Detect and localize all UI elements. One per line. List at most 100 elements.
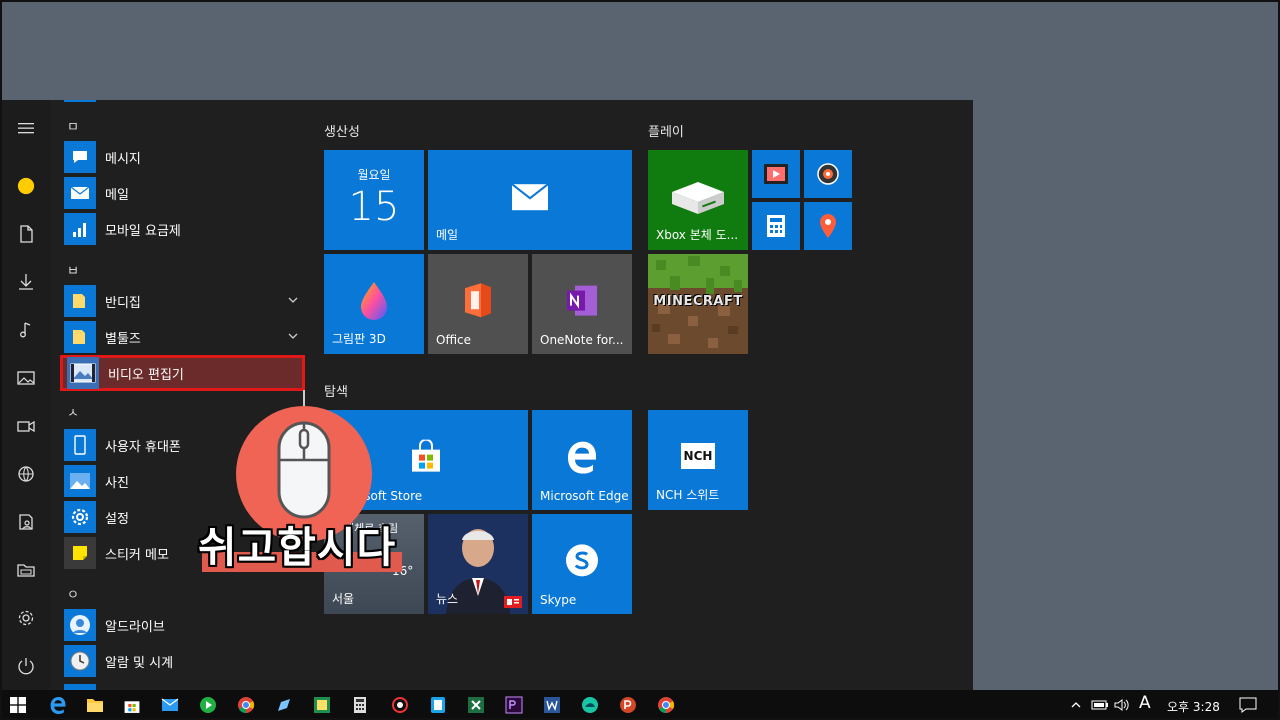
tile-groove[interactable] — [804, 150, 852, 198]
start-rail — [2, 100, 50, 690]
music-icon[interactable] — [14, 318, 38, 342]
document-icon[interactable] — [14, 222, 38, 246]
app-alzip-drive[interactable]: 알드라이브 — [64, 608, 308, 642]
app-label: 반디집 — [105, 295, 141, 311]
excel-taskbar-icon[interactable] — [466, 695, 486, 715]
tile-label: NCH 스위트 — [656, 488, 720, 502]
app-video-editor[interactable]: 비디오 편집기 — [60, 355, 305, 391]
clock[interactable]: 오후 3:28 — [1167, 698, 1220, 715]
overlay-caption: 쉬고합시다 — [198, 523, 397, 572]
store-taskbar-icon[interactable] — [122, 695, 142, 715]
tile-label: OneNote for... — [540, 333, 624, 347]
mail-icon — [511, 183, 549, 211]
image-app-taskbar-icon[interactable] — [312, 695, 332, 715]
chevron-up-icon[interactable] — [1066, 695, 1086, 715]
app-label: 모바일 요금제 — [105, 223, 181, 239]
chrome-taskbar-icon[interactable] — [236, 695, 256, 715]
tile-calendar[interactable]: 월요일 15 — [324, 150, 424, 250]
letter-header-s[interactable]: ㅅ — [67, 402, 79, 421]
tile-edge[interactable]: Microsoft Edge — [532, 410, 632, 510]
notification-icon[interactable] — [1238, 695, 1258, 715]
letter-header-o[interactable]: ㅇ — [67, 584, 79, 603]
tile-maps[interactable] — [804, 202, 852, 250]
app-mobile-plans[interactable]: 모바일 요금제 — [64, 212, 308, 246]
powerpoint-taskbar-icon[interactable] — [618, 695, 638, 715]
app-messages[interactable]: 메시지 — [64, 140, 308, 174]
app-label: 설정 — [105, 511, 129, 527]
chrome-taskbar-icon[interactable] — [656, 695, 676, 715]
letter-header-b[interactable]: ㅂ — [67, 260, 79, 279]
video-icon[interactable] — [14, 414, 38, 438]
map-pin-icon — [820, 214, 836, 238]
app-label: 사진 — [105, 475, 129, 491]
file-explorer-taskbar-icon[interactable] — [85, 695, 105, 715]
video-editor-icon — [67, 357, 99, 389]
app-mail[interactable]: 메일 — [64, 176, 308, 210]
chevron-down-icon[interactable] — [286, 293, 300, 307]
folder-icon — [64, 285, 96, 317]
pen-app-taskbar-icon[interactable] — [274, 695, 294, 715]
tile-label: 메일 — [436, 228, 459, 242]
tile-label: 뉴스 — [436, 592, 459, 606]
app-byeoltools[interactable]: 별툴즈 — [64, 320, 308, 354]
app-label: 스티커 메모 — [105, 547, 169, 563]
app-alarms[interactable]: 알람 및 시계 — [64, 644, 308, 678]
download-icon[interactable] — [14, 270, 38, 294]
group-productivity[interactable]: 생산성 — [324, 121, 360, 140]
edge-icon — [568, 441, 596, 474]
app-label: 알람 및 시계 — [105, 655, 174, 671]
gear-icon[interactable] — [14, 606, 38, 630]
word-taskbar-icon[interactable] — [542, 695, 562, 715]
disc-icon — [817, 163, 839, 185]
edge-taskbar-icon[interactable] — [48, 695, 68, 715]
app-label: 메일 — [105, 187, 129, 203]
signal-bars-icon — [64, 213, 96, 245]
premiere-taskbar-icon[interactable] — [504, 695, 524, 715]
hamburger-icon[interactable] — [14, 116, 38, 140]
network-icon[interactable] — [14, 462, 38, 486]
tile-movies[interactable] — [752, 150, 800, 198]
tile-onenote[interactable]: OneNote for... — [532, 254, 632, 354]
whale-browser-taskbar-icon[interactable] — [580, 695, 600, 715]
mail-taskbar-icon[interactable] — [160, 695, 180, 715]
calculator-taskbar-icon[interactable] — [350, 695, 370, 715]
list-scroll-marker — [64, 100, 96, 102]
recording-app-taskbar-icon[interactable] — [390, 695, 410, 715]
tile-paint3d[interactable]: 그림판 3D — [324, 254, 424, 354]
pictures-icon[interactable] — [14, 366, 38, 390]
tile-calculator[interactable] — [752, 202, 800, 250]
clock-icon — [64, 645, 96, 677]
windows-start-icon[interactable] — [8, 695, 28, 715]
group-play[interactable]: 플레이 — [648, 121, 684, 140]
tile-skype[interactable]: Skype — [532, 514, 632, 614]
sticky-note-icon — [64, 537, 96, 569]
ime-indicator[interactable]: A — [1139, 693, 1151, 713]
group-explore[interactable]: 탐색 — [324, 381, 348, 400]
photo-icon — [64, 465, 96, 497]
user-folder-icon[interactable] — [14, 510, 38, 534]
letter-header-m[interactable]: ㅁ — [67, 116, 79, 135]
tile-office[interactable]: Office — [428, 254, 528, 354]
tile-minecraft[interactable]: MINECRAFT — [648, 254, 748, 354]
battery-icon[interactable] — [1090, 695, 1110, 715]
tile-news[interactable]: 뉴스 — [428, 514, 528, 614]
taskbar: A 오후 3:28 — [0, 690, 1280, 720]
volume-icon[interactable] — [1112, 695, 1132, 715]
user-avatar-icon[interactable] — [14, 174, 38, 198]
app-bandizip[interactable]: 반디집 — [64, 284, 308, 318]
calendar-date: 15 — [348, 184, 400, 230]
news-icon — [504, 596, 522, 608]
phone-icon — [64, 429, 96, 461]
tile-label: 서울 — [332, 592, 355, 606]
ebook-app-taskbar-icon[interactable] — [428, 695, 448, 715]
tile-label: Skype — [540, 593, 577, 607]
file-explorer-icon[interactable] — [14, 558, 38, 582]
nch-logo: NCH — [681, 443, 715, 469]
tile-nch[interactable]: NCH NCH 스위트 — [648, 410, 748, 510]
tile-mail[interactable]: 메일 — [428, 150, 632, 250]
media-player-taskbar-icon[interactable] — [198, 695, 218, 715]
power-icon[interactable] — [14, 654, 38, 678]
tile-xbox[interactable]: Xbox 본체 도... — [648, 150, 748, 250]
app-label: 알드라이브 — [105, 619, 165, 635]
chevron-down-icon[interactable] — [286, 329, 300, 343]
